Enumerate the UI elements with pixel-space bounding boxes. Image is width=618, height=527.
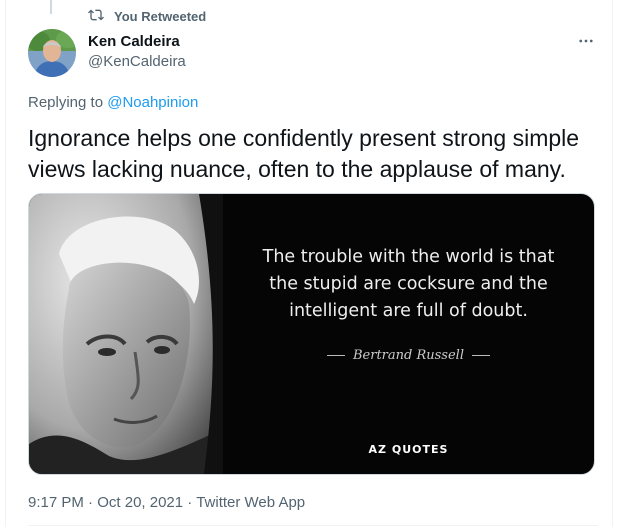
attribution-dash xyxy=(472,355,490,356)
more-icon[interactable] xyxy=(572,30,600,52)
azquotes-logo: AZ QUOTES xyxy=(368,443,449,456)
thread-connector-line xyxy=(50,0,52,14)
tweet-date: Oct 20, 2021 xyxy=(97,494,184,511)
divider xyxy=(28,525,598,526)
portrait-photo xyxy=(29,194,223,474)
replying-to: Replying to @Noahpinion xyxy=(28,94,198,111)
quote-line: The trouble with the world is that xyxy=(262,247,555,267)
author-name[interactable]: Ken Caldeira xyxy=(88,33,180,50)
tweet-media-image[interactable]: The trouble with the world is that the s… xyxy=(28,193,595,475)
tweet-timestamp: 9:17 PM · Oct 20, 2021 · Twitter Web App xyxy=(28,494,305,511)
retweet-indicator[interactable]: You Retweeted xyxy=(88,7,206,26)
retweet-icon xyxy=(88,7,104,26)
reply-target-link[interactable]: @Noahpinion xyxy=(107,94,198,111)
retweet-label: You Retweeted xyxy=(114,9,207,24)
author-handle[interactable]: @KenCaldeira xyxy=(88,53,186,70)
frame-right-border xyxy=(612,0,613,527)
tweet-source[interactable]: Twitter Web App xyxy=(196,494,305,511)
quote-line: intelligent are full of doubt. xyxy=(289,301,528,321)
separator: · xyxy=(83,494,98,511)
avatar[interactable] xyxy=(28,29,76,77)
tweet-time: 9:17 PM xyxy=(28,494,84,511)
frame-left-border xyxy=(5,0,6,527)
separator: · xyxy=(183,494,197,511)
tweet-text: Ignorance helps one confidently present … xyxy=(28,125,580,182)
replying-to-prefix: Replying to xyxy=(28,94,108,111)
attribution-dash xyxy=(327,355,345,356)
tweet-time-link[interactable]: 9:17 PM · Oct 20, 2021 xyxy=(28,494,183,511)
quote-line: the stupid are cocksure and the xyxy=(269,274,548,294)
quote-text: The trouble with the world is that the s… xyxy=(241,244,576,325)
quote-attribution: Bertrand Russell xyxy=(241,348,576,363)
quote-author: Bertrand Russell xyxy=(353,348,464,363)
